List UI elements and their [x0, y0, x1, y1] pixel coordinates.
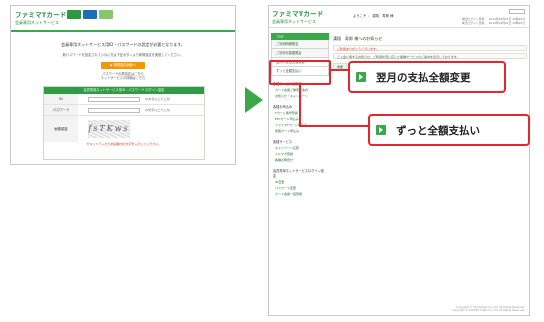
logo-text: ファミマTカード [15, 11, 67, 19]
form-header: 会員専用ネットサービス用ID・パスワード ログイン設定 [44, 87, 204, 94]
logo-text: ファミマTカード [272, 10, 324, 18]
card-image [67, 10, 81, 19]
card-image [99, 10, 113, 19]
copyright-line: Copyright © POCKET CARD Co.,Ltd. All Rig… [452, 309, 525, 312]
logo-subtitle: 会員専用ネットサービス [272, 19, 316, 24]
sidebar-highlight [269, 60, 331, 85]
password-note: (6文字以上で入力) [145, 108, 171, 112]
arrow-right-icon [245, 87, 263, 113]
notice-row: ご入会に関するお知らせ、ご利用状況に応じた各種サービスのご案内を表示しております… [333, 53, 527, 59]
notice-text: ご入会に関するお知らせ、ご利用状況に応じた各種サービスのご案内を表示しております… [337, 55, 460, 59]
card-image [83, 10, 97, 19]
play-arrow-icon [356, 72, 366, 82]
tab-important[interactable]: 重要 [333, 63, 348, 71]
copyright: Copyright © FamilyMart Co.,Ltd. All Righ… [452, 306, 525, 312]
logo-subtitle: 会員専用ネットサービス [15, 20, 59, 25]
new-setup-button[interactable]: ▶ 新規設定画面へ [101, 62, 145, 70]
sidebar-top[interactable]: TOP [271, 33, 329, 40]
sidebar-group-title: 各種お申込み [273, 105, 293, 109]
card-images [67, 10, 113, 19]
password-label: パスワード [44, 105, 78, 115]
famima-logo: ファミマTカード 会員専用ネットサービス [272, 8, 324, 25]
id-input[interactable] [88, 96, 140, 102]
logout-button[interactable] [509, 9, 525, 14]
sidebar-group-title: 各種サービス [273, 140, 293, 144]
callout-label: ずっと全額支払い [396, 124, 480, 137]
sidebar-link[interactable]: カード会員一括登録 [271, 191, 329, 197]
captcha-label: 画像認証 [44, 116, 78, 142]
captcha-note: セキュリティのため画像内の文字を入力してください。 [86, 142, 162, 146]
play-arrow-icon [376, 125, 386, 135]
sidebar-item-available[interactable]: ご利用可能額照会 [271, 49, 329, 58]
login-form: 会員専用ネットサービス用ID・パスワード ログイン設定 ID (6文字以上で入力… [43, 86, 205, 160]
callout-always-full: ずっと全額支払い [368, 114, 530, 146]
id-label: ID [44, 94, 78, 104]
member-top-screen: ファミマTカード 会員専用ネットサービス ようこそ ： 漢翔 寿郎 様 前回ログ… [268, 5, 530, 316]
notice-text: ご利用ありがとうございます。 [337, 47, 379, 51]
login-screen: ファミマTカード 会員専用ネットサービス 会員専用ネットサービス用ID・パスワー… [10, 5, 236, 165]
login-dates: 前回ログイン日時 ： 2014年09月01日 10時20分 本日ログイン日時 ：… [462, 17, 525, 25]
sidebar: TOP ご利用明細照会 ご利用可能額照会 翌月の支払全額変更 ずっと全額支払い … [271, 33, 329, 197]
login-header: ファミマTカード 会員専用ネットサービス [11, 6, 235, 32]
sidebar-item-statement[interactable]: ご利用明細照会 [271, 40, 329, 49]
password-input[interactable] [88, 107, 140, 113]
page-title: 漢翔 寿郎 様へのお知らせ [333, 36, 383, 41]
sidebar-link[interactable]: 各種お問合せ [271, 157, 329, 163]
notice-row: ご利用ありがとうございます。 [333, 45, 527, 51]
login-title: 会員専用ネットサービス用ID・パスワードの設定が必要となります。 [61, 42, 185, 47]
callout-label: 翌月の支払全額変更 [376, 71, 471, 84]
user-greeting: ようこそ ： 漢翔 寿郎 様 [353, 14, 394, 18]
member-header: ファミマTカード 会員専用ネットサービス ようこそ ： 漢翔 寿郎 様 前回ログ… [269, 6, 529, 28]
famima-logo: ファミマTカード 会員専用ネットサービス [15, 9, 67, 26]
sidebar-link[interactable]: 家族カード申込み [271, 128, 329, 134]
id-note: (6文字以上で入力) [145, 97, 171, 101]
sidebar-group-title: 会員専用ネットサービスログイン設定 [273, 169, 324, 178]
sidebar-link[interactable]: お知らせ・キャンペーン [271, 93, 329, 99]
current-login: 本日ログイン日時 ： 2014年09月01日 10時29分 [461, 21, 525, 25]
login-instruction: 新パスワードを設定されていない方は下記ボタンより新規設定を実施してください。 [62, 53, 184, 57]
service-detail-link[interactable]: ネットサービスの詳細はこちら [11, 76, 235, 80]
captcha-image: fsTKws [88, 120, 130, 138]
callout-next-month-full: 翌月の支払全額変更 [348, 61, 506, 93]
